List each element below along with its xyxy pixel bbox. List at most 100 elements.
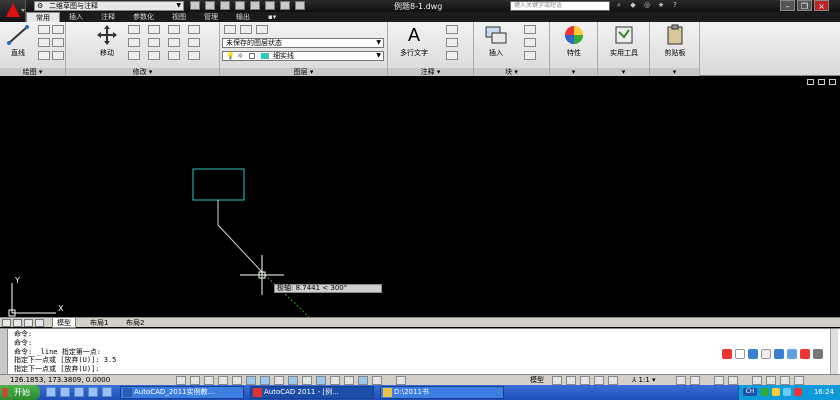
ime-user-icon[interactable] [800, 349, 810, 359]
polar-tracking-toggle[interactable] [232, 376, 242, 385]
layers-panel-label[interactable]: 图层 ▾ [220, 68, 387, 76]
layer-off-icon[interactable] [240, 25, 252, 34]
tab-model[interactable]: 模型 [52, 318, 76, 328]
next-tab-icon[interactable] [24, 319, 33, 327]
lineweight-toggle[interactable] [302, 376, 312, 385]
ime-punct-icon[interactable] [761, 349, 771, 359]
infer-constraints-toggle[interactable] [176, 376, 186, 385]
hatch-icon[interactable] [52, 38, 64, 47]
insert-button[interactable]: 插入 [482, 24, 510, 58]
tray-antivirus-icon[interactable] [772, 388, 780, 396]
ime-keyboard-icon[interactable] [774, 349, 784, 359]
arc-icon[interactable] [38, 51, 50, 60]
first-tab-icon[interactable] [2, 319, 11, 327]
object-snap-tracking-toggle[interactable] [260, 376, 270, 385]
chamfer-icon[interactable] [188, 51, 200, 60]
workspace-switching-icon[interactable] [714, 376, 724, 385]
ime-logo-icon[interactable] [722, 349, 732, 359]
fillet-icon[interactable] [148, 38, 160, 47]
command-window[interactable]: 命令: 命令: 命令: _line 指定第一点: 指定下一点或 [放弃(U)]:… [0, 328, 840, 375]
model-space-label[interactable]: 模型 [530, 376, 544, 385]
rotate-icon[interactable] [128, 38, 140, 47]
tray-volume-icon[interactable] [783, 388, 791, 396]
task-word-document[interactable]: AutoCAD_2011实例教... [120, 386, 244, 399]
erase-icon[interactable] [168, 25, 180, 34]
edit-block-icon[interactable] [524, 38, 536, 47]
tab-parametric[interactable]: 参数化 [124, 12, 163, 22]
tab-annotate[interactable]: 注释 [92, 12, 124, 22]
ime-settings-icon[interactable] [787, 349, 797, 359]
dimension-icon[interactable] [446, 25, 458, 34]
rectangle-icon[interactable] [52, 25, 64, 34]
subscription-icon[interactable]: ◆ [628, 1, 638, 10]
layout-icon[interactable] [396, 376, 406, 385]
modify-panel-label[interactable]: 修改 ▾ [66, 68, 219, 76]
task-autocad[interactable]: AutoCAD 2011 - [例... [250, 386, 374, 399]
quicklaunch-app-icon[interactable] [102, 387, 112, 397]
start-button[interactable]: 开始 [0, 385, 40, 400]
tray-network-icon[interactable] [761, 388, 769, 396]
print-icon[interactable] [250, 1, 260, 10]
cyan-rectangle[interactable] [192, 168, 245, 201]
customize-icon[interactable] [295, 1, 305, 10]
tab-home[interactable]: 常用 [26, 12, 60, 22]
draw-panel-label[interactable]: 绘图 ▾ [0, 68, 65, 76]
annotation-visibility-icon[interactable] [676, 376, 686, 385]
explode-icon[interactable] [168, 38, 180, 47]
help-icon[interactable]: ? [670, 1, 680, 10]
scale-icon[interactable] [188, 38, 200, 47]
quicklaunch-ie-icon[interactable] [46, 387, 56, 397]
language-indicator[interactable]: CH [743, 388, 757, 396]
annotation-scale[interactable]: ⅄ 1:1 ▾ [632, 376, 656, 385]
tab-output[interactable]: 输出 [227, 12, 259, 22]
polyline-icon[interactable] [38, 25, 50, 34]
search-input[interactable]: 键入关键字或短语 [510, 1, 610, 11]
command-window-grip[interactable] [0, 329, 8, 375]
communication-icon[interactable]: ◎ [642, 1, 652, 10]
last-tab-icon[interactable] [35, 319, 44, 327]
favorites-icon[interactable]: ★ [656, 1, 666, 10]
layer-isolate-icon[interactable] [256, 25, 268, 34]
coordinate-display[interactable]: 126.1853, 173.3809, 0.0000 [10, 376, 110, 385]
multiline-text-button[interactable]: A 多行文字 [394, 24, 434, 58]
leader-icon[interactable] [446, 38, 458, 47]
redo-icon[interactable] [280, 1, 290, 10]
quicklaunch-desktop-icon[interactable] [60, 387, 70, 397]
close-button[interactable]: × [814, 0, 829, 11]
search-icon[interactable]: ⌕ [614, 1, 624, 10]
quicklaunch-media-icon[interactable] [74, 387, 84, 397]
task-folder[interactable]: D:\2011书 [380, 386, 504, 399]
create-block-icon[interactable] [524, 25, 536, 34]
clean-screen-icon[interactable] [794, 376, 804, 385]
block-panel-label[interactable]: 块 ▾ [474, 68, 549, 76]
move-button[interactable]: 移动 [92, 24, 122, 58]
dynamic-input-toggle[interactable] [288, 376, 298, 385]
ime-tools-icon[interactable] [813, 349, 823, 359]
stretch-icon[interactable] [148, 51, 160, 60]
tab-manage[interactable]: 管理 [195, 12, 227, 22]
auto-scale-icon[interactable] [690, 376, 700, 385]
clipboard-panel-expander[interactable]: ▾ [650, 68, 699, 76]
ime-moon-icon[interactable] [748, 349, 758, 359]
offset-icon[interactable] [168, 51, 180, 60]
layer-properties-icon[interactable] [224, 25, 236, 34]
save-as-icon[interactable] [235, 1, 245, 10]
tab-layout1[interactable]: 布局1 [86, 318, 112, 328]
attribute-icon[interactable] [524, 51, 536, 60]
grid-display-toggle[interactable] [204, 376, 214, 385]
quick-view-layouts-icon[interactable] [552, 376, 562, 385]
tab-view[interactable]: 视图 [163, 12, 195, 22]
annotation-monitor-toggle[interactable] [372, 376, 382, 385]
workspace-dropdown[interactable]: ⚙ 二维草图与注释 ▼ [34, 1, 184, 11]
ime-mode-icon[interactable] [735, 349, 745, 359]
utilities-button[interactable]: 实用工具 [602, 24, 646, 58]
pan-icon[interactable] [580, 376, 590, 385]
drawing-canvas[interactable]: Y X 极轴: 8.7441 < 300° [0, 77, 840, 317]
minimize-button[interactable]: – [780, 0, 795, 11]
prev-tab-icon[interactable] [13, 319, 22, 327]
hardware-acceleration-icon[interactable] [752, 376, 762, 385]
restore-button[interactable]: ❐ [797, 0, 812, 11]
ortho-mode-toggle[interactable] [218, 376, 228, 385]
command-prompt[interactable]: 指定下一点或 [放弃(U)]: [14, 365, 100, 373]
command-scrollbar[interactable] [830, 329, 838, 375]
